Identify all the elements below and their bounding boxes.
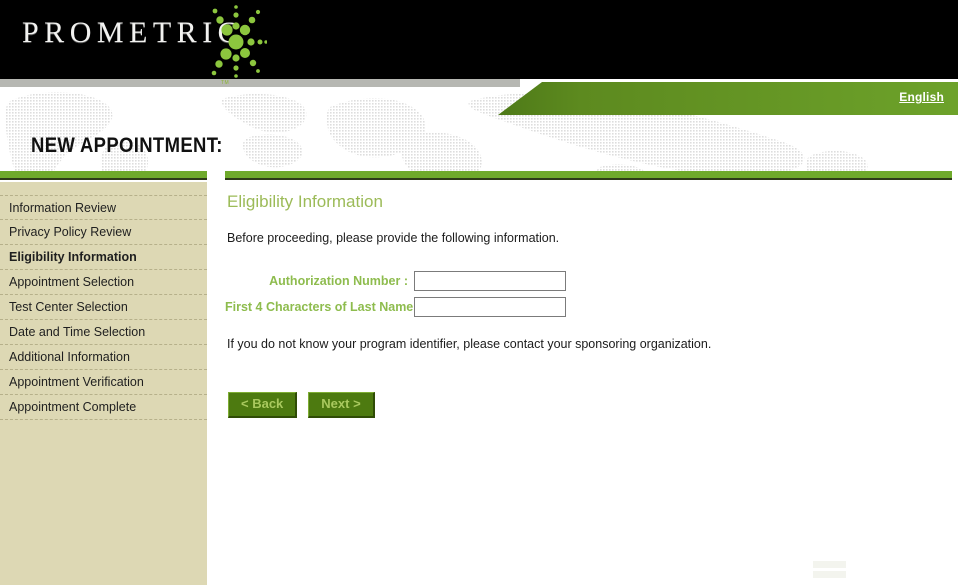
page-root: PROMETRIC TM English NEW APPOINTMENT: In… (0, 0, 958, 585)
sidebar-item-test-center-selection[interactable]: Test Center Selection (0, 295, 207, 320)
form-button-row: < Back Next > (228, 392, 945, 419)
field-label: Authorization Number : (269, 274, 408, 288)
footer-ghost-marks (813, 561, 846, 581)
trademark-symbol: TM (221, 80, 230, 86)
sidebar-item-date-and-time-selection[interactable]: Date and Time Selection (0, 320, 207, 345)
masthead: PROMETRIC TM (0, 0, 958, 86)
eligibility-form: Authorization Number : First 4 Characters… (225, 271, 945, 317)
language-bar: English (498, 82, 958, 115)
language-link[interactable]: English (899, 90, 944, 104)
sidebar-item-appointment-selection[interactable]: Appointment Selection (0, 270, 207, 295)
back-button[interactable]: < Back (228, 392, 298, 419)
sidebar-item-appointment-verification[interactable]: Appointment Verification (0, 370, 207, 395)
sidebar-nav: Information Review Privacy Policy Review E… (0, 182, 207, 585)
starburst-icon (211, 5, 267, 78)
sidebar-item-information-review[interactable]: Information Review (0, 195, 207, 220)
field-label: First 4 Characters of Last Name : (225, 300, 421, 314)
intro-text: Before proceeding, please provide the fo… (227, 231, 560, 245)
sidebar-top-rule (0, 171, 207, 180)
next-button[interactable]: Next > (308, 392, 375, 419)
last-name-characters-input[interactable] (414, 297, 566, 317)
footer-ghost-bar (813, 561, 846, 568)
sidebar-item-eligibility-information[interactable]: Eligibility Information (0, 245, 207, 270)
content-heading: Eligibility Information (227, 192, 383, 211)
field-row: First 4 Characters of Last Name : (225, 297, 945, 317)
content-top-rule (225, 171, 952, 180)
sidebar-item-privacy-policy-review[interactable]: Privacy Policy Review (0, 220, 207, 245)
field-row: Authorization Number : (225, 271, 945, 291)
authorization-number-input[interactable] (414, 271, 566, 291)
sidebar-item-additional-information[interactable]: Additional Information (0, 345, 207, 370)
page-title: NEW APPOINTMENT: (31, 134, 223, 157)
footer-ghost-bar (813, 571, 846, 578)
note-text: If you do not know your program identifi… (227, 337, 712, 351)
sidebar-item-appointment-complete[interactable]: Appointment Complete (0, 395, 207, 420)
main-content: Eligibility Information Before proceedin… (225, 192, 945, 419)
brand-logo[interactable]: PROMETRIC TM (22, 5, 267, 86)
